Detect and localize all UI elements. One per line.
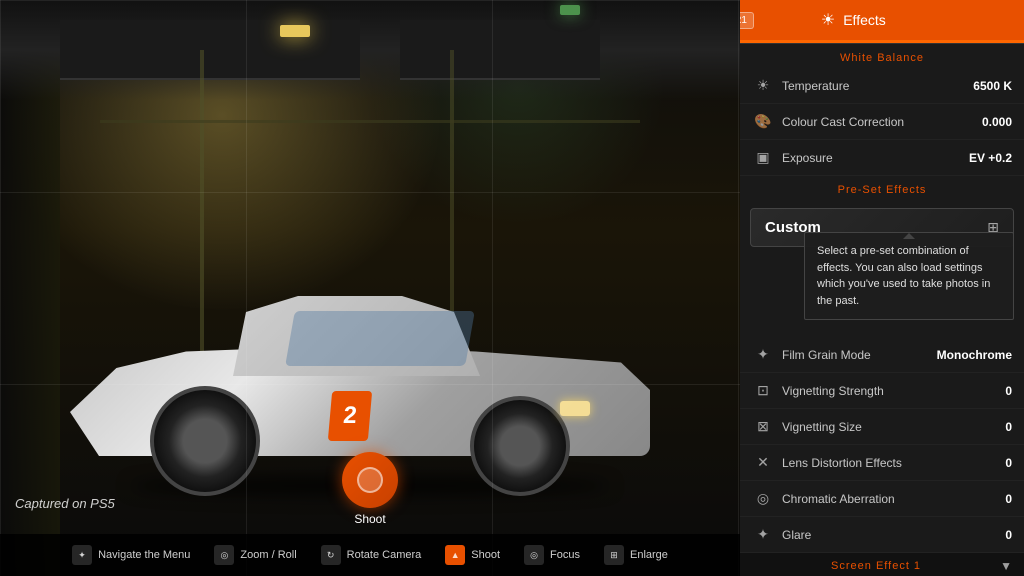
nav-item-zoom[interactable]: ◎ Zoom / Roll <box>214 545 296 565</box>
bottom-navigation: ✦ Navigate the Menu ◎ Zoom / Roll ↻ Rota… <box>0 534 740 576</box>
zoom-icon: ◎ <box>214 545 234 565</box>
effects-rows-container: ✦ Film Grain Mode Monochrome ⊡ Vignettin… <box>740 337 1024 553</box>
vignetting-strength-label: Vignetting Strength <box>782 384 1005 398</box>
enlarge-label: Enlarge <box>630 549 668 561</box>
vignetting-size-row[interactable]: ⊠ Vignetting Size 0 <box>740 409 1024 445</box>
glare-label: Glare <box>782 528 1005 542</box>
nav-item-shoot[interactable]: ▲ Shoot <box>445 545 500 565</box>
race-number: 2 <box>328 391 372 441</box>
film-grain-mode-label: Film Grain Mode <box>782 348 937 362</box>
focus-icon: ◎ <box>524 545 544 565</box>
colour-cast-value: 0.000 <box>982 115 1012 129</box>
colour-cast-label: Colour Cast Correction <box>782 115 982 129</box>
ceiling <box>0 0 740 100</box>
vignetting-size-value: 0 <box>1005 420 1012 434</box>
effects-tab-icon: ☀ <box>821 10 835 30</box>
glare-value: 0 <box>1005 528 1012 542</box>
shoot-button-area: Shoot <box>342 452 398 526</box>
lens-distortion-icon: ✕ <box>752 452 774 474</box>
vignetting-size-label: Vignetting Size <box>782 420 1005 434</box>
white-balance-header: White Balance <box>740 44 1024 68</box>
film-grain-mode-icon: ✦ <box>752 344 774 366</box>
vignetting-strength-row[interactable]: ⊡ Vignetting Strength 0 <box>740 373 1024 409</box>
temperature-icon: ☀ <box>752 75 774 97</box>
navigate-icon: ✦ <box>72 545 92 565</box>
vignetting-strength-icon: ⊡ <box>752 380 774 402</box>
shoot-nav-label: Shoot <box>471 549 500 561</box>
film-grain-mode-value: Monochrome <box>937 348 1012 362</box>
screen-effect-title: Screen Effect 1 <box>752 560 1000 572</box>
glare-icon: ✦ <box>752 524 774 546</box>
wheel-rear <box>150 386 260 496</box>
navigate-label: Navigate the Menu <box>98 549 190 561</box>
exposure-row[interactable]: ▣ Exposure EV +0.2 <box>740 140 1024 176</box>
vignetting-strength-value: 0 <box>1005 384 1012 398</box>
chromatic-aberration-label: Chromatic Aberration <box>782 492 1005 506</box>
bg-beam <box>100 120 640 123</box>
lens-distortion-label: Lens Distortion Effects <box>782 456 1005 470</box>
nav-item-enlarge[interactable]: ⊞ Enlarge <box>604 545 668 565</box>
ceiling-beam-1 <box>60 20 360 80</box>
ceiling-light-1 <box>280 25 310 37</box>
headlight <box>560 401 590 416</box>
chromatic-aberration-value: 0 <box>1005 492 1012 506</box>
temperature-value: 6500 K <box>973 79 1012 93</box>
tooltip: Select a pre-set combination of effects.… <box>804 232 1014 320</box>
glare-row[interactable]: ✦ Glare 0 <box>740 517 1024 553</box>
exposure-icon: ▣ <box>752 147 774 169</box>
rotate-icon: ↻ <box>321 545 341 565</box>
chromatic-aberration-row[interactable]: ◎ Chromatic Aberration 0 <box>740 481 1024 517</box>
rotate-label: Rotate Camera <box>347 549 422 561</box>
shoot-label: Shoot <box>342 512 398 526</box>
screen-effect-arrow: ▼ <box>1000 559 1012 573</box>
temperature-label: Temperature <box>782 79 973 93</box>
shoot-nav-icon: ▲ <box>445 545 465 565</box>
lens-distortion-row[interactable]: ✕ Lens Distortion Effects 0 <box>740 445 1024 481</box>
wheel-front <box>470 396 570 496</box>
zoom-label: Zoom / Roll <box>240 549 296 561</box>
ceiling-beam-2 <box>400 20 600 80</box>
nav-item-focus[interactable]: ◎ Focus <box>524 545 580 565</box>
temperature-row[interactable]: ☀ Temperature 6500 K <box>740 68 1024 104</box>
right-panel: White Balance ☀ Temperature 6500 K 🎨 Col… <box>740 44 1024 576</box>
car-silhouette: 2 <box>20 176 720 496</box>
vignetting-size-icon: ⊠ <box>752 416 774 438</box>
film-grain-mode-row[interactable]: ✦ Film Grain Mode Monochrome <box>740 337 1024 373</box>
nav-item-rotate[interactable]: ↻ Rotate Camera <box>321 545 422 565</box>
ps5-text: Captured on PS5 <box>15 496 115 511</box>
nav-item-navigate[interactable]: ✦ Navigate the Menu <box>72 545 190 565</box>
exposure-label: Exposure <box>782 151 969 165</box>
lens-distortion-value: 0 <box>1005 456 1012 470</box>
chromatic-aberration-icon: ◎ <box>752 488 774 510</box>
tooltip-text: Select a pre-set combination of effects.… <box>817 245 990 307</box>
colour-cast-row[interactable]: 🎨 Colour Cast Correction 0.000 <box>740 104 1024 140</box>
screen-effect-header[interactable]: Screen Effect 1 ▼ <box>740 553 1024 576</box>
ceiling-light-2 <box>560 5 580 15</box>
exposure-value: EV +0.2 <box>969 151 1012 165</box>
effects-tab-label: Effects <box>843 12 886 28</box>
colour-cast-icon: 🎨 <box>752 111 774 133</box>
preset-effects-header: Pre-Set Effects <box>740 176 1024 200</box>
enlarge-icon: ⊞ <box>604 545 624 565</box>
windshield <box>285 311 475 366</box>
shoot-circle-button[interactable] <box>342 452 398 508</box>
photo-area: 2 Captured on PS5 Shoot ✦ Navigate the M… <box>0 0 740 576</box>
focus-label: Focus <box>550 549 580 561</box>
